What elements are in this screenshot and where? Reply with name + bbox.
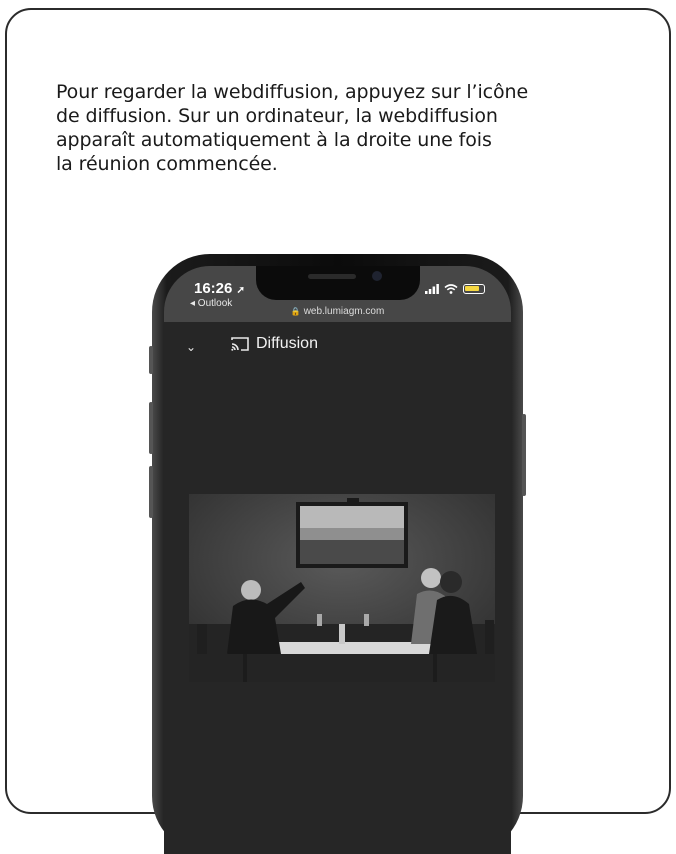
location-arrow-icon: ➚ (236, 285, 245, 296)
wifi-icon (444, 284, 458, 294)
instructions-line: la réunion commencée. (56, 153, 278, 175)
battery-icon (463, 284, 485, 294)
mute-switch (149, 346, 153, 374)
chevron-down-icon[interactable]: ⌄ (186, 340, 196, 354)
instructions-line: apparaît automatiquement à la droite une… (56, 129, 492, 151)
power-button (522, 414, 526, 496)
instructions-line: de diffusion. Sur un ordinateur, la webd… (56, 105, 498, 127)
url-text: web.lumiagm.com (303, 306, 385, 317)
cast-icon[interactable] (230, 336, 250, 352)
signal-icon (425, 284, 439, 294)
instructions-line: Pour regarder la webdiffusion, appuyez s… (56, 81, 529, 103)
lock-icon: 🔒 (290, 307, 301, 316)
app-header: ⌄ Diffusion (164, 322, 511, 368)
status-time: 16:26 ➚ (194, 280, 245, 297)
broadcast-title: Diffusion (256, 335, 318, 352)
earpiece-speaker (308, 274, 356, 279)
status-icons (425, 284, 485, 294)
phone-notch (256, 266, 420, 300)
instructions-text: Pour regarder la webdiffusion, appuyez s… (56, 80, 626, 176)
volume-down-button (149, 466, 153, 518)
volume-up-button (149, 402, 153, 454)
url-bar[interactable]: 🔒 web.lumiagm.com (164, 306, 511, 317)
front-camera (372, 271, 382, 281)
webcast-video[interactable] (189, 494, 495, 682)
phone-screen: 16:26 ➚ ◂ Outlook 🔒 web.lumiagm.com ⌄ Di… (164, 266, 511, 854)
phone-mockup: 16:26 ➚ ◂ Outlook 🔒 web.lumiagm.com ⌄ Di… (149, 254, 526, 854)
